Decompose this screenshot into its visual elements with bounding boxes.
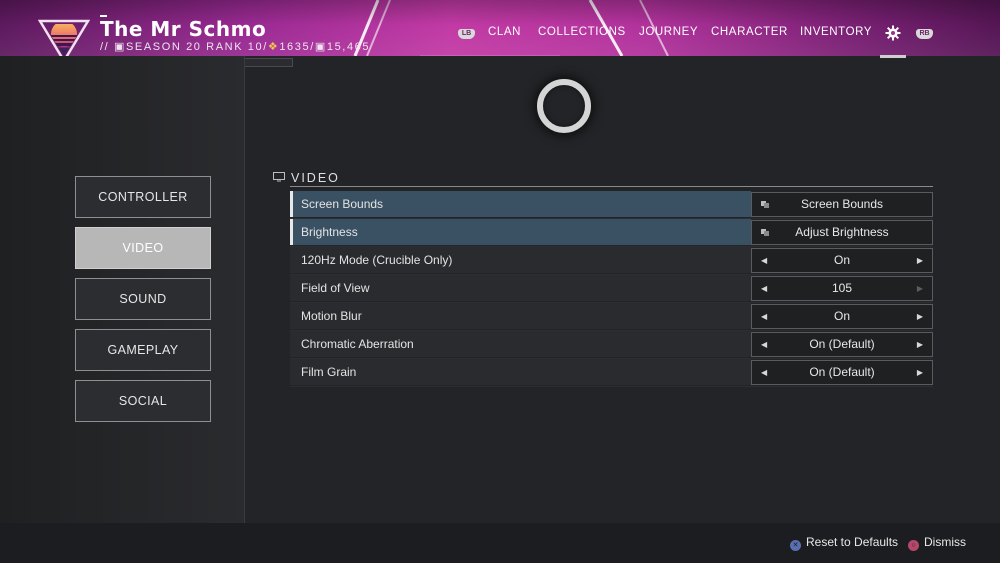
nav-tab-character[interactable]: CHARACTER [711, 26, 788, 38]
arrow-left-icon[interactable]: ◀ [761, 305, 767, 328]
monitor-icon [273, 172, 285, 182]
setting-label: Chromatic Aberration [290, 331, 751, 357]
open-window-icon [761, 229, 769, 236]
setting-row-field-of-view[interactable]: Field of View ◀ 105 ▶ [290, 275, 933, 303]
120hz-mode-selector[interactable]: ◀ On ▶ [751, 248, 933, 273]
settings-gear-icon[interactable] [885, 25, 901, 41]
arrow-left-icon[interactable]: ◀ [761, 277, 767, 300]
setting-value: 105 [831, 281, 853, 295]
setting-row-film-grain[interactable]: Film Grain ◀ On (Default) ▶ [290, 359, 933, 387]
setting-label: Motion Blur [290, 303, 751, 329]
setting-label: Brightness [290, 219, 751, 245]
setting-label: Film Grain [290, 359, 751, 385]
category-controller[interactable]: CONTROLLER [75, 176, 211, 218]
nav-tab-collections[interactable]: COLLECTIONS [538, 26, 626, 38]
bright-dust-count: 15,465 [326, 41, 371, 53]
cross-button-icon: ✕ [790, 540, 801, 551]
setting-value: On (Default) [809, 365, 875, 379]
season-icon: ▣ [113, 41, 126, 53]
arrow-right-icon[interactable]: ▶ [917, 305, 923, 328]
lb-bumper-icon[interactable]: LB [458, 29, 475, 39]
season-rank-text: SEASON 20 RANK 10 [125, 41, 264, 53]
setting-value: On [833, 309, 850, 323]
rb-bumper-icon[interactable]: RB [916, 29, 933, 39]
arrow-left-icon[interactable]: ◀ [761, 333, 767, 356]
open-window-icon [761, 201, 769, 208]
film-grain-selector[interactable]: ◀ On (Default) ▶ [751, 360, 933, 385]
category-sound[interactable]: SOUND [75, 278, 211, 320]
setting-row-motion-blur[interactable]: Motion Blur ◀ On ▶ [290, 303, 933, 331]
nav-tab-inventory[interactable]: INVENTORY [800, 26, 872, 38]
motion-blur-selector[interactable]: ◀ On ▶ [751, 304, 933, 329]
dismiss-button[interactable]: ○ Dismiss [908, 535, 966, 551]
section-divider [290, 186, 933, 187]
setting-value: On (Default) [809, 337, 875, 351]
circle-button-icon: ○ [908, 540, 919, 551]
glimmer-icon: ❖ [267, 41, 280, 53]
footer-bar: ✕ Reset to Defaults ○ Dismiss [0, 523, 1000, 563]
dismiss-label: Dismiss [924, 535, 966, 549]
arrow-left-icon[interactable]: ◀ [761, 249, 767, 272]
loading-ring-icon [537, 79, 591, 133]
setting-label: Field of View [290, 275, 751, 301]
setting-row-chromatic-aberration[interactable]: Chromatic Aberration ◀ On (Default) ▶ [290, 331, 933, 359]
nav-tab-journey[interactable]: JOURNEY [639, 26, 698, 38]
chromatic-aberration-selector[interactable]: ◀ On (Default) ▶ [751, 332, 933, 357]
reset-label: Reset to Defaults [806, 535, 899, 549]
setting-row-screen-bounds[interactable]: Screen Bounds Screen Bounds [290, 191, 933, 219]
screen-bounds-button[interactable]: Screen Bounds [751, 192, 933, 217]
main-nav: LB CLAN COLLECTIONS JOURNEY CHARACTER IN… [0, 26, 1000, 42]
section-title: VIDEO [291, 171, 340, 185]
setting-value: Screen Bounds [800, 197, 884, 211]
active-tab-indicator [880, 55, 906, 58]
sub-prefix: // [100, 41, 114, 53]
video-settings-list: Screen Bounds Screen Bounds Brightness A… [290, 191, 933, 387]
adjust-brightness-button[interactable]: Adjust Brightness [751, 220, 933, 245]
field-of-view-selector[interactable]: ◀ 105 ▶ [751, 276, 933, 301]
reset-to-defaults-button[interactable]: ✕ Reset to Defaults [790, 535, 898, 551]
arrow-right-icon: ▶ [916, 284, 923, 293]
category-video[interactable]: VIDEO [75, 227, 211, 269]
setting-label: 120Hz Mode (Crucible Only) [290, 247, 751, 273]
setting-value: On [833, 253, 850, 267]
nav-tab-clan[interactable]: CLAN [488, 26, 521, 38]
category-social[interactable]: SOCIAL [75, 380, 211, 422]
bright-dust-icon: ▣ [314, 41, 327, 53]
arrow-right-icon[interactable]: ▶ [917, 333, 923, 356]
arrow-right-icon[interactable]: ▶ [917, 249, 923, 272]
setting-row-brightness[interactable]: Brightness Adjust Brightness [290, 219, 933, 247]
setting-label: Screen Bounds [290, 191, 751, 217]
arrow-right-icon[interactable]: ▶ [917, 361, 923, 384]
setting-value: Adjust Brightness [795, 225, 889, 239]
setting-row-120hz-mode[interactable]: 120Hz Mode (Crucible Only) ◀ On ▶ [290, 247, 933, 275]
arrow-left-icon[interactable]: ◀ [761, 361, 767, 384]
category-gameplay[interactable]: GAMEPLAY [75, 329, 211, 371]
glimmer-count: 1635 [279, 41, 311, 53]
